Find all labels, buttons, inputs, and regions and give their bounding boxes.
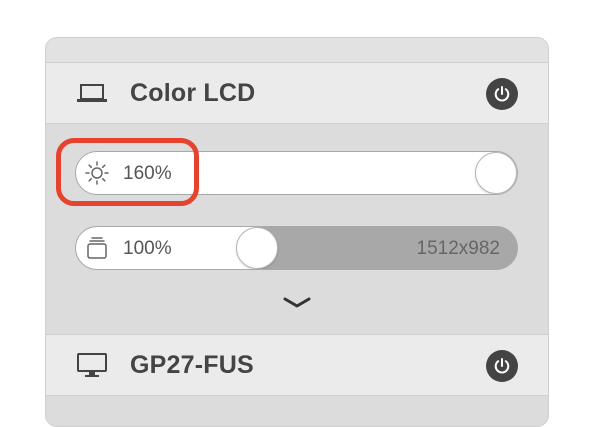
power-icon [494, 358, 510, 374]
display-header-color-lcd: Color LCD [46, 62, 548, 124]
chevron-down-icon[interactable] [282, 295, 312, 311]
brightness-slider-knob[interactable] [475, 152, 517, 194]
displays-panel: Color LCD 160% 100% 1512x982 GP27-FUS [45, 37, 549, 427]
display-name: GP27-FUS [130, 351, 254, 379]
panel-top-strip [46, 38, 548, 62]
brightness-value: 160% [123, 163, 172, 184]
brightness-slider[interactable]: 160% [75, 151, 518, 195]
monitor-icon [77, 353, 107, 377]
power-button[interactable] [486, 350, 518, 382]
power-icon [494, 86, 510, 102]
laptop-icon [77, 84, 107, 102]
resolution-size-value: 1512x982 [416, 238, 500, 259]
resolution-scale-value: 100% [123, 238, 172, 259]
layers-icon [87, 237, 107, 259]
display-name: Color LCD [130, 79, 256, 107]
power-button[interactable] [486, 78, 518, 110]
display-header-gp27-fus: GP27-FUS [46, 334, 548, 396]
resolution-slider-knob[interactable] [236, 227, 278, 269]
resolution-slider[interactable]: 100% 1512x982 [75, 226, 518, 270]
sun-icon [85, 161, 109, 185]
